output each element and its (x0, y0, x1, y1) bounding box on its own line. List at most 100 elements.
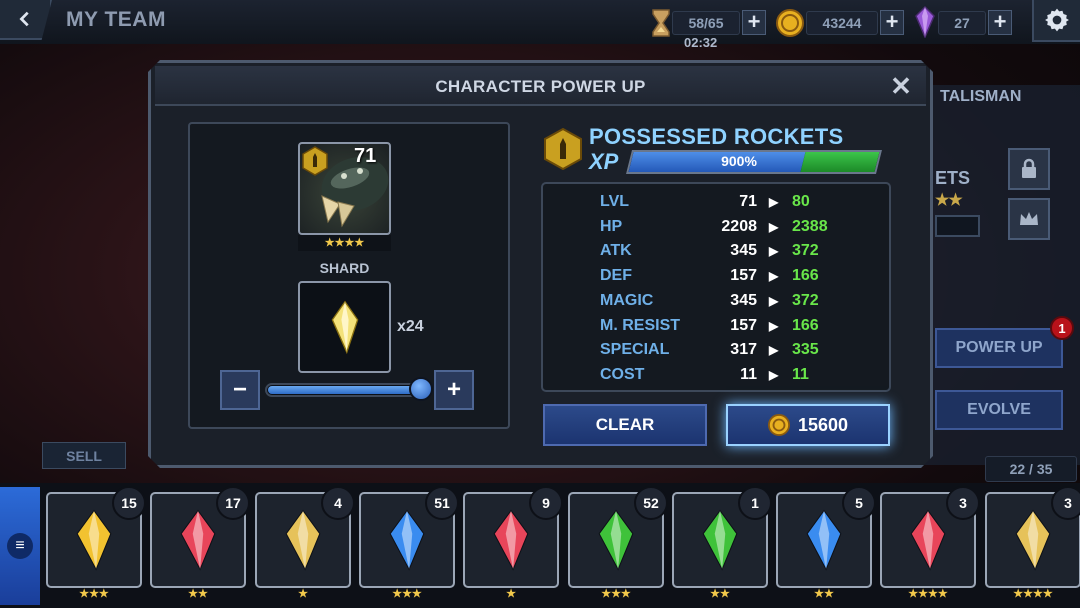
arrow-right-icon: ▶ (769, 343, 779, 357)
stat-new-value: 166 (792, 267, 819, 284)
arrow-right-icon: ▶ (769, 269, 779, 283)
inventory-item-stars: ★★ (710, 588, 730, 600)
inventory-item-count: 17 (216, 486, 250, 520)
inventory-item-stars: ★★★ (601, 588, 631, 600)
stat-label: HP (600, 218, 623, 235)
inventory-item-stars: ★ (298, 588, 308, 600)
modal-title: CHARACTER POWER UP (435, 77, 646, 96)
sell-button[interactable]: SELL (42, 442, 126, 469)
inventory-count: 22 / 35 (985, 456, 1077, 482)
energy-value: 58/65 (688, 15, 724, 31)
xp-percent: 900% (721, 153, 757, 169)
arrow-right-icon: ▶ (769, 244, 779, 258)
inventory-item-count: 3 (946, 486, 980, 520)
stat-label: DEF (600, 267, 632, 284)
arrow-right-icon: ▶ (769, 220, 779, 234)
stat-label: ATK (600, 242, 632, 259)
arrow-right-icon: ▶ (769, 368, 779, 382)
shard-crystal-icon (331, 300, 358, 355)
crown-button[interactable] (1008, 198, 1050, 240)
character-class-hex-icon (302, 146, 328, 176)
arrow-right-icon: ▶ (769, 319, 779, 333)
gear-icon (1045, 8, 1069, 32)
inventory-item-count: 5 (842, 486, 876, 520)
lock-button[interactable] (1008, 148, 1050, 190)
inventory-item-count: 4 (321, 486, 355, 520)
arrow-right-icon: ▶ (769, 294, 779, 308)
power-up-cost: 15600 (797, 414, 849, 435)
shard-label: SHARD (319, 260, 370, 276)
shard-crystal-icon (806, 509, 842, 571)
stat-label: COST (600, 366, 645, 383)
stat-current-value: 345 (730, 292, 757, 309)
shard-crystal-icon (285, 509, 321, 571)
settings-button[interactable] (1032, 0, 1080, 42)
inventory-item-stars: ★★ (814, 588, 834, 600)
inventory-item-count: 1 (738, 486, 772, 520)
inventory-item-stars: ★★★ (392, 588, 422, 600)
character-stars: ★★★★ (298, 235, 391, 251)
close-button[interactable]: ✕ (888, 73, 914, 100)
crown-icon (1020, 212, 1038, 225)
inventory-item-stars: ★★★★ (1013, 588, 1053, 600)
shard-crystal-icon (702, 509, 738, 571)
energy-timer: 02:32 (684, 35, 718, 50)
shard-slider-fill (268, 386, 418, 394)
inventory-item-stars: ★★★ (79, 588, 109, 600)
coins-display: 43244 (806, 11, 878, 35)
stat-new-value: 80 (792, 193, 810, 210)
add-energy-button[interactable]: + (742, 10, 766, 35)
background-bar (935, 215, 980, 237)
inventory-item-count: 15 (112, 486, 146, 520)
shard-crystal-icon (76, 509, 112, 571)
increase-button[interactable]: + (434, 370, 474, 410)
menu-button[interactable]: ≡ (0, 487, 40, 605)
character-level: 71 (354, 145, 377, 167)
menu-icon: ≡ (7, 533, 33, 559)
stat-current-value: 157 (730, 317, 757, 334)
shard-crystal-icon (493, 509, 529, 571)
character-name: POSSESSED ROCKETS (589, 124, 844, 149)
stat-new-value: 11 (792, 366, 809, 383)
shard-crystal-icon (910, 509, 946, 571)
gems-display: 27 (938, 11, 986, 35)
stat-label: SPECIAL (600, 341, 670, 358)
background-stars: ★★ (935, 192, 963, 209)
stat-current-value: 11 (740, 366, 757, 383)
shard-crystal-icon (389, 509, 425, 571)
inventory-item-count: 3 (1051, 486, 1080, 520)
power-up-confirm-button[interactable]: 15600 (726, 404, 890, 446)
inventory-item-stars: ★ (506, 588, 516, 600)
stats-panel (541, 182, 891, 392)
stat-new-value: 335 (792, 341, 819, 358)
page-title: MY TEAM (66, 8, 166, 31)
shard-slot[interactable] (298, 281, 391, 373)
stat-current-value: 317 (730, 341, 757, 358)
gems-value: 27 (954, 15, 970, 31)
tab-talisman[interactable]: TALISMAN (940, 88, 1021, 106)
inventory-item-count: 52 (634, 486, 668, 520)
shard-slider-thumb[interactable] (409, 377, 433, 401)
add-gems-button[interactable]: + (988, 10, 1012, 35)
evolve-button[interactable]: EVOLVE (935, 390, 1063, 430)
xp-label: XP (589, 149, 619, 174)
clear-button[interactable]: CLEAR (543, 404, 707, 446)
decrease-button[interactable]: − (220, 370, 260, 410)
inventory-item-stars: ★★ (188, 588, 208, 600)
stat-new-value: 166 (792, 317, 819, 334)
chevron-left-icon (19, 11, 29, 27)
stat-label: MAGIC (600, 292, 654, 309)
notification-badge: 1 (1050, 316, 1074, 340)
stat-current-value: 2208 (721, 218, 757, 235)
energy-display: 58/65 (672, 11, 740, 35)
inventory-item-count: 9 (529, 486, 563, 520)
inventory-item-stars: ★★★★ (908, 588, 948, 600)
add-coins-button[interactable]: + (880, 10, 904, 35)
stat-label: LVL (600, 193, 630, 210)
shard-crystal-icon (1015, 509, 1051, 571)
shard-crystal-icon (180, 509, 216, 571)
coin-icon (767, 414, 790, 436)
stat-new-value: 372 (792, 242, 819, 259)
power-up-button[interactable]: POWER UP (935, 328, 1063, 368)
shard-quantity: x24 (397, 318, 424, 335)
